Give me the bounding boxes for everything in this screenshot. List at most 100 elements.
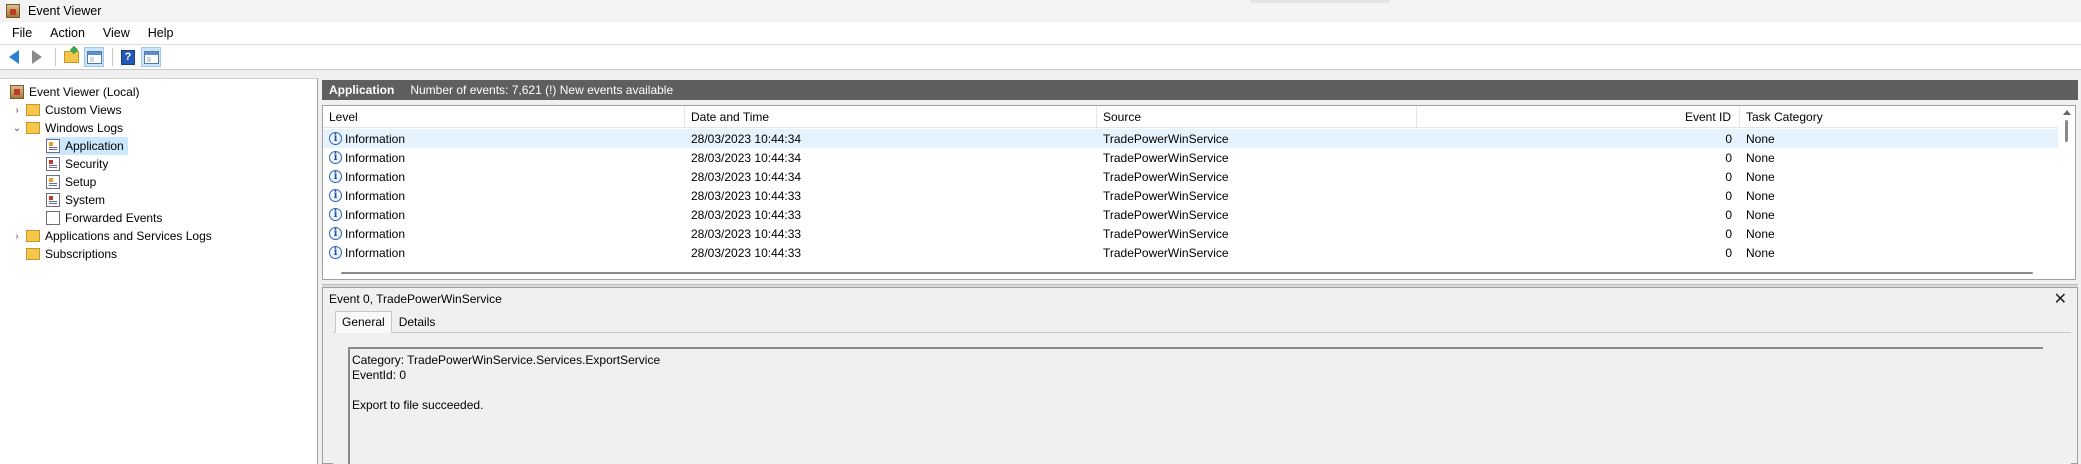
- tree-item-application[interactable]: Application: [46, 137, 128, 155]
- cell-event-id: 0: [1725, 131, 1732, 146]
- table-row[interactable]: i Information 28/03/2023 10:44:33 TradePo…: [323, 243, 2059, 262]
- tree-item-custom-views[interactable]: › Custom Views: [12, 101, 121, 119]
- column-header-event-id[interactable]: Event ID: [1417, 106, 1740, 128]
- table-row[interactable]: i Information 28/03/2023 10:44:34 TradePo…: [323, 167, 2059, 186]
- show-hide-action-pane-button[interactable]: [141, 47, 161, 67]
- scrollbar-thumb[interactable]: [341, 272, 2033, 274]
- tree-item-windows-logs[interactable]: ⌄ Windows Logs: [12, 119, 123, 137]
- tab-general[interactable]: General: [335, 311, 392, 333]
- cell-task-category: None: [1746, 150, 1775, 165]
- subscriptions-icon: [26, 248, 40, 260]
- information-icon: i: [329, 246, 342, 259]
- cell-level: i Information: [323, 205, 685, 224]
- menu-file[interactable]: File: [6, 23, 38, 43]
- scrollbar-thumb[interactable]: [2065, 120, 2068, 142]
- column-header-level[interactable]: Level: [323, 106, 685, 128]
- event-viewer-icon: [10, 85, 24, 99]
- cell-date-time: 28/03/2023 10:44:33: [691, 245, 802, 260]
- tree-item-label: System: [65, 193, 106, 207]
- cell-task-category: None: [1746, 131, 1775, 146]
- information-icon: i: [329, 227, 342, 240]
- show-hide-console-tree-button[interactable]: [84, 47, 104, 67]
- log-header: Application Number of events: 7,621 (!) …: [322, 80, 2078, 100]
- tree-item-label: Windows Logs: [45, 121, 124, 135]
- cell-level: i Information: [323, 167, 685, 186]
- menu-view[interactable]: View: [97, 23, 136, 43]
- tree-item-label: Custom Views: [45, 103, 122, 117]
- close-icon[interactable]: ✕: [2054, 289, 2067, 309]
- title-bar-decoration: [1250, 0, 1390, 3]
- tree-item-label: Event Viewer (Local): [29, 85, 140, 99]
- tree-item-setup[interactable]: Setup: [46, 173, 96, 191]
- information-icon: i: [329, 132, 342, 145]
- log-icon: [46, 139, 60, 153]
- help-button[interactable]: ?: [118, 47, 138, 67]
- tree-item-label: Applications and Services Logs: [45, 229, 212, 243]
- cell-source: TradePowerWinService: [1103, 131, 1229, 146]
- chevron-down-icon[interactable]: ⌄: [12, 123, 22, 134]
- tree-item-event-viewer-local[interactable]: Event Viewer (Local): [10, 83, 140, 101]
- tree-item-system[interactable]: System: [46, 191, 105, 209]
- folder-icon: [26, 230, 40, 242]
- log-icon: [46, 211, 60, 225]
- cell-source: TradePowerWinService: [1103, 188, 1229, 203]
- cell-source: TradePowerWinService: [1103, 245, 1229, 260]
- log-event-count: Number of events: 7,621 (!) New events a…: [410, 83, 674, 97]
- cell-level: i Information: [323, 129, 685, 148]
- tree-item-subscriptions[interactable]: Subscriptions: [26, 245, 117, 263]
- forward-icon: [32, 50, 42, 64]
- toolbar-separator: [112, 48, 113, 66]
- cell-date-time: 28/03/2023 10:44:33: [691, 226, 802, 241]
- table-row[interactable]: i Information 28/03/2023 10:44:33 TradePo…: [323, 205, 2059, 224]
- level-text: Information: [345, 226, 406, 241]
- menu-action[interactable]: Action: [44, 23, 91, 43]
- information-icon: i: [329, 208, 342, 221]
- event-description[interactable]: Category: TradePowerWinService.Services.…: [348, 347, 2043, 464]
- chevron-right-icon[interactable]: ›: [12, 231, 22, 242]
- cell-date-time: 28/03/2023 10:44:33: [691, 207, 802, 222]
- events-grid[interactable]: Level Date and Time Source Event ID Task…: [322, 105, 2076, 280]
- event-detail-pane: Event 0, TradePowerWinService ✕ General …: [322, 287, 2078, 464]
- security-log-icon: [46, 157, 60, 171]
- table-row[interactable]: i Information 28/03/2023 10:44:34 TradePo…: [323, 148, 2059, 167]
- tree-item-forwarded-events[interactable]: Forwarded Events: [46, 209, 162, 227]
- table-row[interactable]: i Information 28/03/2023 10:44:34 TradePo…: [323, 129, 2059, 148]
- column-header-task-category[interactable]: Task Category: [1740, 106, 2059, 128]
- toolbar: ?: [0, 44, 2081, 70]
- chevron-right-icon[interactable]: ›: [12, 105, 22, 116]
- log-icon: [46, 175, 60, 189]
- tree-item-applications-and-services-logs[interactable]: › Applications and Services Logs: [12, 227, 212, 245]
- cell-event-id: 0: [1725, 245, 1732, 260]
- cell-date-time: 28/03/2023 10:44:34: [691, 169, 802, 184]
- cell-date-time: 28/03/2023 10:44:33: [691, 188, 802, 203]
- show-hide-action-pane-icon: [143, 50, 159, 64]
- table-row[interactable]: i Information 28/03/2023 10:44:33 TradePo…: [323, 224, 2059, 243]
- horizontal-scrollbar[interactable]: [323, 267, 2059, 279]
- vertical-scrollbar[interactable]: [2058, 106, 2075, 279]
- information-icon: i: [329, 170, 342, 183]
- back-button[interactable]: [4, 47, 24, 67]
- tree-item-label: Application: [65, 139, 124, 153]
- folder-icon: [26, 104, 40, 116]
- general-tab-body: Category: TradePowerWinService.Services.…: [333, 332, 2071, 464]
- description-line: [352, 383, 2041, 398]
- table-row[interactable]: i Information 28/03/2023 10:44:33 TradePo…: [323, 186, 2059, 205]
- level-text: Information: [345, 188, 406, 203]
- event-viewer-app-icon: [6, 4, 20, 18]
- menu-help[interactable]: Help: [142, 23, 180, 43]
- column-header-source[interactable]: Source: [1097, 106, 1417, 128]
- cell-level: i Information: [323, 243, 685, 262]
- up-one-level-button[interactable]: [61, 47, 81, 67]
- tab-details[interactable]: Details: [392, 311, 443, 333]
- console-tree[interactable]: Event Viewer (Local) › Custom Views ⌄ Wi…: [0, 78, 318, 464]
- information-icon: i: [329, 189, 342, 202]
- column-header-date-time[interactable]: Date and Time: [685, 106, 1097, 128]
- level-text: Information: [345, 207, 406, 222]
- scroll-up-icon[interactable]: [2063, 110, 2071, 115]
- tree-item-security[interactable]: Security: [46, 155, 108, 173]
- forward-button[interactable]: [27, 47, 47, 67]
- title-bar: Event Viewer: [0, 0, 2081, 22]
- cell-level: i Information: [323, 148, 685, 167]
- cell-event-id: 0: [1725, 226, 1732, 241]
- cell-source: TradePowerWinService: [1103, 150, 1229, 165]
